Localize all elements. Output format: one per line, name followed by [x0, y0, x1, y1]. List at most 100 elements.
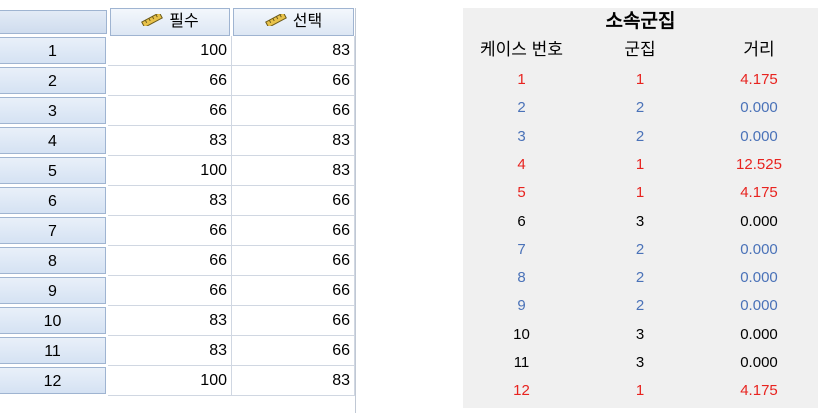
- row-number[interactable]: 9: [0, 277, 106, 304]
- cell-cluster: 3: [635, 325, 645, 343]
- column-header-필수[interactable]: 필수: [110, 8, 230, 36]
- table-row: 3 2 0.000: [463, 123, 818, 151]
- cell-cluster: 3: [635, 212, 645, 230]
- cell-cluster: 2: [635, 127, 645, 145]
- grid-row: 12 100 83: [0, 366, 356, 396]
- cell-cluster: 2: [635, 240, 645, 258]
- cell-distance: 4.175: [740, 382, 778, 400]
- data-editor-grid: 필수 선택 1 100 83 2 66 66 3 66 66 4 83 83 5 100 83 6 83 66 7 6…: [0, 0, 356, 413]
- header-case-number: 케이스 번호: [480, 40, 563, 59]
- column-header-label: 필수: [169, 13, 199, 31]
- cell-필수[interactable]: 83: [108, 126, 232, 156]
- cell-distance: 0.000: [740, 325, 778, 343]
- cell-cluster: 1: [635, 184, 645, 202]
- cell-cluster: 2: [635, 269, 645, 287]
- cell-선택[interactable]: 66: [232, 276, 355, 306]
- row-number[interactable]: 1: [0, 37, 106, 64]
- table-row: 4 1 12.525: [463, 151, 818, 179]
- cell-case-number: 3: [517, 127, 526, 145]
- cell-선택[interactable]: 83: [232, 366, 355, 396]
- cell-distance: 0.000: [740, 297, 778, 315]
- cell-선택[interactable]: 66: [232, 246, 355, 276]
- cell-필수[interactable]: 100: [108, 156, 232, 186]
- grid-row: 4 83 83: [0, 126, 356, 156]
- cell-필수[interactable]: 66: [108, 246, 232, 276]
- grid-row: 6 83 66: [0, 186, 356, 216]
- grid-row: 5 100 83: [0, 156, 356, 186]
- cell-선택[interactable]: 66: [232, 186, 355, 216]
- table-row: 2 2 0.000: [463, 94, 818, 122]
- cell-필수[interactable]: 66: [108, 96, 232, 126]
- cell-선택[interactable]: 83: [232, 156, 355, 186]
- table-row: 9 2 0.000: [463, 292, 818, 320]
- cell-선택[interactable]: 83: [232, 126, 355, 156]
- cell-필수[interactable]: 66: [108, 276, 232, 306]
- cell-필수[interactable]: 100: [108, 366, 232, 396]
- cell-선택[interactable]: 66: [232, 216, 355, 246]
- cell-선택[interactable]: 66: [232, 96, 355, 126]
- row-number[interactable]: 7: [0, 217, 106, 244]
- grid-row: 9 66 66: [0, 276, 356, 306]
- cell-case-number: 6: [517, 212, 526, 230]
- cell-case-number: 10: [513, 325, 530, 343]
- cell-distance: 4.175: [740, 184, 778, 202]
- row-number[interactable]: 5: [0, 157, 106, 184]
- cell-선택[interactable]: 83: [232, 36, 355, 66]
- row-number[interactable]: 11: [0, 337, 106, 364]
- cell-case-number: 1: [517, 71, 526, 88]
- cell-case-number: 11: [513, 354, 530, 371]
- cell-필수[interactable]: 100: [108, 36, 232, 66]
- grid-row: 8 66 66: [0, 246, 356, 276]
- table-row: 8 2 0.000: [463, 264, 818, 292]
- cell-필수[interactable]: 83: [108, 336, 232, 366]
- grid-corner[interactable]: [0, 10, 107, 34]
- cell-distance: 12.525: [736, 155, 782, 173]
- grid-row: 1 100 83: [0, 36, 356, 66]
- table-row: 10 3 0.000: [463, 321, 818, 349]
- header-cluster: 군집: [624, 40, 656, 59]
- cell-distance: 0.000: [740, 354, 778, 371]
- table-row: 1 1 4.175: [463, 66, 818, 94]
- cell-case-number: 4: [517, 155, 526, 173]
- cell-distance: 0.000: [740, 127, 778, 145]
- row-number[interactable]: 4: [0, 127, 106, 154]
- cell-선택[interactable]: 66: [232, 66, 355, 96]
- cell-distance: 4.175: [740, 71, 778, 88]
- table-row: 12 1 4.175: [463, 377, 818, 405]
- table-row: 6 3 0.000: [463, 208, 818, 236]
- row-number[interactable]: 6: [0, 187, 106, 214]
- cell-case-number: 5: [517, 184, 526, 202]
- header-distance: 거리: [743, 40, 775, 59]
- table-row: 5 1 4.175: [463, 179, 818, 207]
- grid-row: 2 66 66: [0, 66, 356, 96]
- cell-case-number: 9: [517, 297, 526, 315]
- cell-distance: 0.000: [740, 240, 778, 258]
- cell-필수[interactable]: 83: [108, 186, 232, 216]
- cell-필수[interactable]: 66: [108, 216, 232, 246]
- cell-필수[interactable]: 83: [108, 306, 232, 336]
- cell-선택[interactable]: 66: [232, 306, 355, 336]
- cell-선택[interactable]: 66: [232, 336, 355, 366]
- cell-필수[interactable]: 66: [108, 66, 232, 96]
- grid-row: 3 66 66: [0, 96, 356, 126]
- row-number[interactable]: 3: [0, 97, 106, 124]
- grid-row: 11 83 66: [0, 336, 356, 366]
- cell-case-number: 7: [517, 240, 526, 258]
- row-number[interactable]: 12: [0, 367, 106, 394]
- cluster-membership-table: 소속군집 케이스 번호 군집 거리 1 1 4.175 2 2 0.000 3 2 0.000 4…: [463, 8, 818, 408]
- cell-cluster: 1: [635, 382, 645, 400]
- row-number[interactable]: 2: [0, 67, 106, 94]
- cell-cluster: 2: [635, 99, 645, 117]
- row-number[interactable]: 10: [0, 307, 106, 334]
- row-number[interactable]: 8: [0, 247, 106, 274]
- column-header-선택[interactable]: 선택: [233, 8, 354, 36]
- cell-distance: 0.000: [740, 212, 778, 230]
- cell-case-number: 2: [517, 99, 526, 117]
- cell-case-number: 12: [513, 382, 530, 400]
- ruler-icon: [141, 9, 164, 35]
- table-title: 소속군집: [605, 11, 676, 32]
- grid-row: 10 83 66: [0, 306, 356, 336]
- table-row: 7 2 0.000: [463, 236, 818, 264]
- grid-row: 7 66 66: [0, 216, 356, 246]
- cell-cluster: 3: [635, 354, 645, 371]
